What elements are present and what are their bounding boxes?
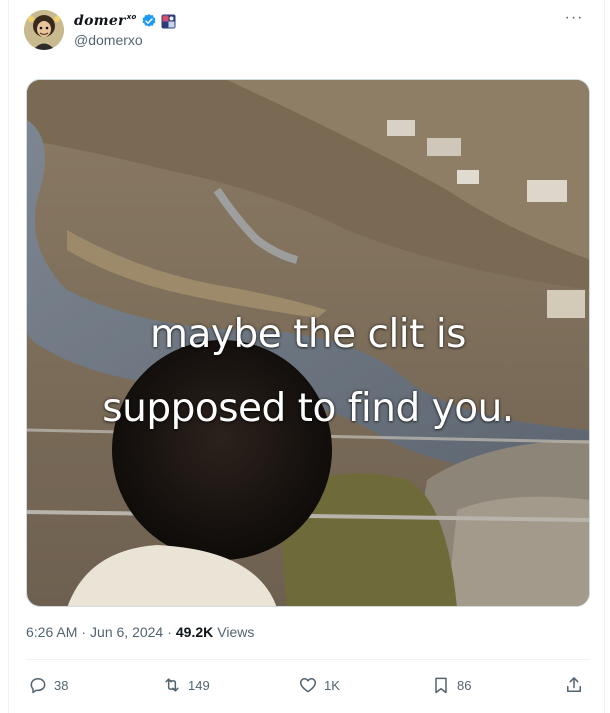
divider: [26, 659, 590, 660]
meta-separator-1: ·: [81, 624, 87, 640]
reply-count: 38: [54, 677, 69, 693]
share-button[interactable]: [564, 672, 584, 698]
meta-separator-2: ·: [167, 624, 172, 640]
author-names: domerxo @domerxo: [74, 12, 176, 48]
more-options-icon[interactable]: ···: [562, 10, 586, 32]
views-label[interactable]: Views: [217, 624, 254, 640]
display-name[interactable]: domerxo: [74, 13, 137, 29]
like-count: 1K: [324, 677, 340, 693]
retweet-button[interactable]: 149: [162, 672, 210, 698]
display-name-text[interactable]: domer: [74, 13, 126, 29]
tweet-time[interactable]: 6:26 AM: [26, 624, 77, 640]
avatar[interactable]: [24, 10, 64, 50]
views-count[interactable]: 49.2K: [176, 624, 213, 640]
heart-icon: [299, 678, 317, 693]
bookmark-icon: [435, 677, 447, 694]
avatar-cartoon-icon: [24, 10, 64, 50]
timeline-border-left: [8, 0, 9, 713]
tweet-media[interactable]: maybe the clit is supposed to find you.: [26, 79, 590, 607]
retweet-icon: [165, 678, 179, 692]
bookmark-count: 86: [457, 677, 472, 693]
tweet-header: domerxo @domerxo ···: [24, 10, 590, 54]
media-caption-line2: supposed to find you.: [102, 386, 514, 431]
tweet-date[interactable]: Jun 6, 2024: [90, 624, 163, 640]
tweet-actions: 38 149 1K 86: [26, 672, 590, 698]
retweet-count: 149: [188, 677, 210, 693]
verified-badge-icon[interactable]: [141, 13, 157, 29]
author-handle[interactable]: @domerxo: [74, 32, 176, 48]
tweet-meta: 6:26 AM · Jun 6, 2024 · 49.2K Views: [26, 624, 254, 640]
bookmark-button[interactable]: 86: [431, 672, 471, 698]
affiliate-badge-icon[interactable]: [161, 14, 176, 29]
reply-icon: [30, 678, 46, 694]
share-icon: [567, 677, 581, 692]
name-row: domerxo: [74, 12, 176, 30]
timeline-border-right: [604, 0, 605, 713]
reply-button[interactable]: 38: [28, 672, 68, 698]
display-name-suffix: xo: [126, 13, 137, 22]
like-button[interactable]: 1K: [298, 672, 340, 698]
media-caption-line1: maybe the clit is: [150, 312, 466, 357]
